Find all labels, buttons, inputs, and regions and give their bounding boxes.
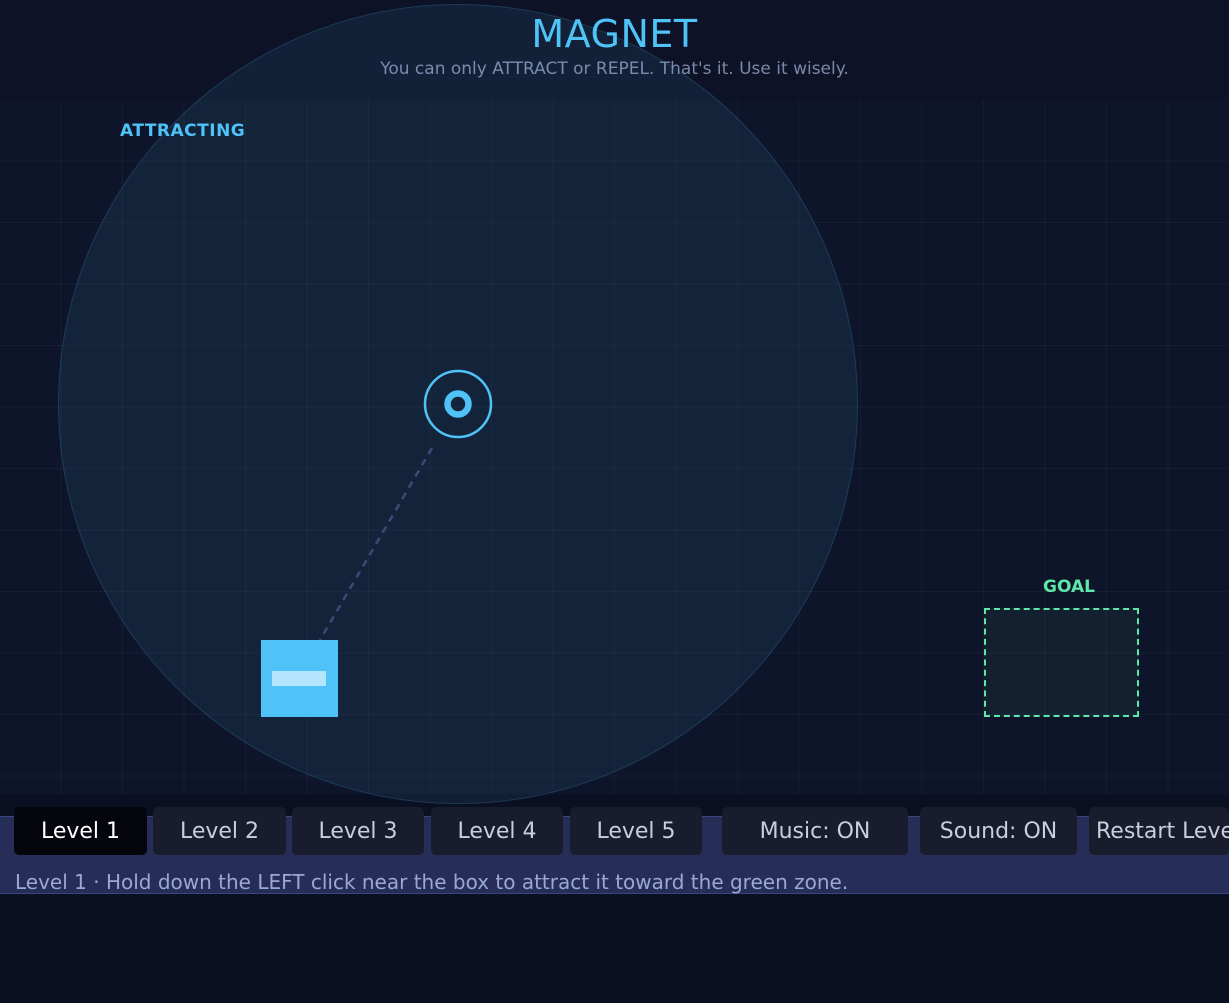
level-3-button[interactable]: Level 3	[292, 807, 424, 855]
level-5-button[interactable]: Level 5	[570, 807, 702, 855]
minus-polarity-icon	[272, 671, 326, 686]
level-instructions: Level 1 · Hold down the LEFT click near …	[15, 870, 849, 894]
level-1-button[interactable]: Level 1	[14, 807, 147, 855]
magnet-cursor-icon	[423, 369, 493, 439]
mode-label: ATTRACTING	[120, 121, 246, 141]
magnetic-box[interactable]	[261, 640, 338, 717]
level-2-button[interactable]: Level 2	[153, 807, 286, 855]
sound-toggle-button[interactable]: Sound: ON	[920, 807, 1077, 855]
game-subtitle: You can only ATTRACT or REPEL. That's it…	[380, 59, 849, 79]
music-toggle-button[interactable]: Music: ON	[722, 807, 908, 855]
level-4-button[interactable]: Level 4	[431, 807, 563, 855]
goal-label: GOAL	[1043, 577, 1095, 597]
restart-level-button[interactable]: Restart Level	[1089, 807, 1229, 855]
goal-zone	[984, 608, 1139, 717]
control-bar: Level 1 Level 2 Level 3 Level 4 Level 5 …	[0, 807, 1229, 855]
game-header: MAGNET You can only ATTRACT or REPEL. Th…	[0, 0, 1229, 100]
game-app: MAGNET You can only ATTRACT or REPEL. Th…	[0, 0, 1229, 1003]
game-title: MAGNET	[531, 12, 698, 56]
